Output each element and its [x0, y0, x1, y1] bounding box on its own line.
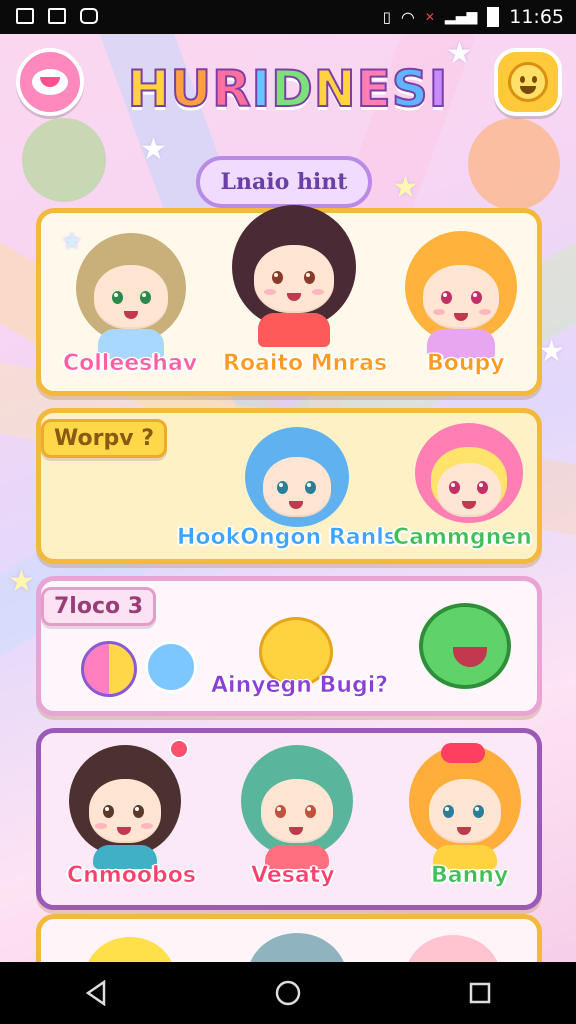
character-avatar	[405, 935, 501, 962]
character-slot[interactable]	[409, 423, 529, 523]
character-name: Banny	[431, 863, 509, 889]
character-slot[interactable]	[71, 233, 191, 359]
hint-label: Lnaio hint	[220, 169, 348, 195]
image-icon	[16, 8, 34, 24]
item-card[interactable]: 7loco 3 Ainyegn Bugi?	[36, 576, 542, 716]
battery-icon	[487, 7, 500, 27]
clock: 11:65	[509, 6, 564, 28]
character-avatar	[85, 937, 175, 962]
hint-cloud-button[interactable]: Lnaio hint	[196, 156, 372, 208]
character-name: Cammgnen	[393, 525, 532, 551]
star-icon: ★	[392, 170, 419, 205]
card-tag: Worpv ?	[41, 419, 167, 458]
home-icon	[275, 980, 301, 1006]
character-name: Colleeshav	[63, 351, 198, 377]
character-avatar	[69, 745, 181, 869]
character-avatar	[405, 231, 517, 359]
character-avatar	[415, 423, 523, 523]
image-icon	[48, 8, 66, 24]
character-card-4[interactable]: Cnmoobos Vesaty Banny	[36, 728, 542, 910]
pink-face-icon	[32, 69, 68, 95]
card-tag: 7loco 3	[41, 587, 157, 626]
green-monster-icon	[419, 603, 511, 689]
character-avatar	[232, 205, 356, 347]
candy-icon	[81, 641, 137, 697]
settings-button[interactable]	[494, 48, 562, 116]
navigation-bar	[0, 962, 576, 1024]
character-name: Cnmoobos	[67, 863, 197, 889]
character-slot[interactable]	[65, 745, 185, 869]
smiley-icon	[508, 62, 548, 102]
character-avatar	[241, 745, 353, 869]
character-slot[interactable]	[237, 745, 357, 869]
character-avatar	[76, 233, 186, 359]
item-label: Ainyegn Bugi?	[211, 673, 389, 699]
top-bar: HURIDNESI	[0, 34, 576, 144]
star-icon: ★	[8, 564, 35, 599]
character-card-1[interactable]: ★ Colleeshav Roaito Mnras Boupy	[36, 205, 542, 396]
character-name: Roaito Mnras	[223, 351, 388, 377]
mute-icon: ✕	[424, 10, 435, 24]
star-icon: ★	[538, 334, 565, 369]
character-name: Boupy	[427, 351, 505, 377]
character-slot[interactable]	[401, 231, 521, 359]
character-name: HookOngon Ranls	[177, 525, 398, 551]
character-slot[interactable]	[237, 427, 357, 527]
bow-icon	[441, 743, 485, 763]
profile-button[interactable]	[16, 48, 84, 116]
home-button[interactable]	[258, 973, 318, 1013]
game-title: HURIDNESI	[127, 59, 449, 119]
recents-button[interactable]	[450, 973, 510, 1013]
gamepad-icon	[80, 8, 98, 24]
character-card-5[interactable]	[36, 914, 542, 962]
character-slot[interactable]	[405, 743, 525, 869]
wifi-icon: ◠	[400, 7, 415, 27]
back-icon	[85, 980, 106, 1006]
back-button[interactable]	[66, 973, 126, 1013]
bubble-icon	[145, 641, 197, 693]
game-screen: ★ ★ ★ ★ ★ HURIDNESI Lnaio hint ★ Collees…	[0, 34, 576, 962]
vibrate-icon: ▯	[382, 8, 391, 26]
status-bar: ▯ ◠ ✕ ▂▄▆ 11:65	[0, 0, 576, 34]
character-slot[interactable]	[229, 205, 359, 347]
character-name: Vesaty	[251, 863, 335, 889]
character-avatar	[245, 427, 349, 527]
signal-icon: ▂▄▆	[444, 9, 478, 25]
character-card-2[interactable]: Worpv ? HookOngon Ranls Cammgnen	[36, 408, 542, 564]
character-avatar	[247, 933, 347, 962]
recents-icon	[469, 982, 491, 1004]
